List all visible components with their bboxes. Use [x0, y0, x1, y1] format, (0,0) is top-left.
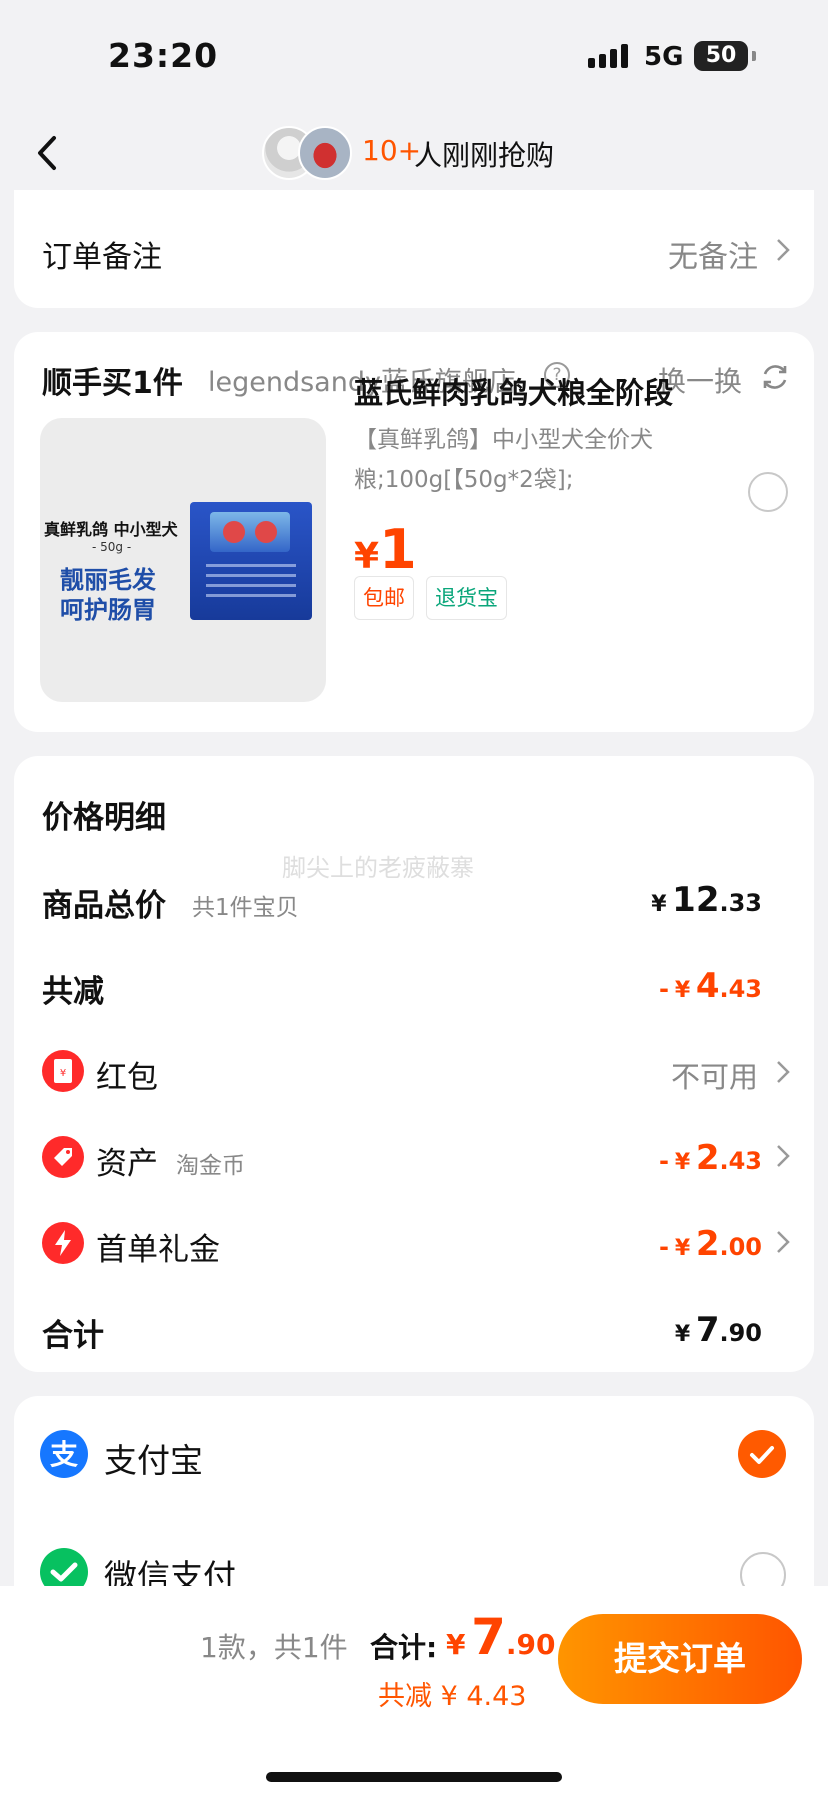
- red-packet-value: 不可用: [670, 1060, 758, 1094]
- payment-label: 支付宝: [104, 1441, 203, 1480]
- chevron-right-icon: [777, 1061, 790, 1083]
- price-detail-card: 价格明细 脚尖上的老疲蔽寨 商品总价 共1件宝贝 ¥ 12.33 共减 - ¥ 4…: [14, 756, 814, 1372]
- price-detail-title: 价格明细: [42, 800, 166, 836]
- total-reduction-row: 共减 - ¥ 4.43: [14, 958, 814, 1014]
- order-note-label: 订单备注: [42, 240, 162, 275]
- total-reduction-label: 共减: [42, 974, 104, 1010]
- add-on-title: 顺手买1件: [42, 366, 183, 401]
- product-image-text: - 50g -: [92, 540, 132, 554]
- product-spec[interactable]: 【真鲜乳鸽】中小型犬全价犬粮;100g[【50g*2袋];: [354, 420, 684, 500]
- recent-buyer-text: 人刚刚抢购: [414, 139, 555, 172]
- recent-buyer-count: 10+: [362, 134, 422, 167]
- back-icon[interactable]: [30, 128, 70, 178]
- goods-count: 共1件宝贝: [192, 895, 299, 921]
- tag-return-guarantee: 退货宝: [426, 576, 507, 620]
- total-row: 合计 ¥ 7.90: [14, 1302, 814, 1358]
- first-order-row[interactable]: 首单礼金 - ¥ 2.00: [14, 1216, 814, 1272]
- sum-total: ¥ 7.90: [446, 1608, 556, 1666]
- product-package-graphic: [190, 502, 312, 620]
- lightning-icon: [42, 1222, 84, 1264]
- total-label: 合计: [42, 1318, 104, 1354]
- goods-total-row: 商品总价 共1件宝贝 ¥ 12.33: [14, 872, 814, 928]
- svg-text:¥: ¥: [60, 1068, 66, 1079]
- assets-source: 淘金币: [176, 1153, 245, 1179]
- product-price: ¥1: [354, 518, 417, 581]
- product-name[interactable]: 蓝氏鲜肉乳鸽犬粮全阶段: [354, 370, 673, 412]
- add-on-card: 顺手买1件 legendsandy蓝氏旗舰店 ? 换一换 真鲜乳鸽 中小型犬 -…: [14, 332, 814, 732]
- assets-value: - ¥ 2.43: [658, 1138, 762, 1178]
- network-label: 5G: [644, 42, 684, 72]
- item-count: 1款，共1件: [200, 1631, 348, 1664]
- red-packet-icon: ¥: [42, 1050, 84, 1092]
- price-value: 1: [379, 518, 417, 581]
- total-reduction-value: - ¥ 4.43: [658, 966, 762, 1006]
- refresh-icon[interactable]: [760, 362, 790, 392]
- svg-text:支: 支: [50, 1438, 78, 1471]
- order-note-value: 无备注: [668, 240, 758, 275]
- tag-icon: [42, 1136, 84, 1178]
- discount-summary: 共减 ¥ 4.43: [378, 1681, 527, 1712]
- product-image-slogan: 呵护肠胃: [60, 596, 156, 624]
- assets-label: 资产: [96, 1146, 158, 1182]
- red-packet-row[interactable]: ¥ 红包 不可用: [14, 1044, 814, 1100]
- tag-free-shipping: 包邮: [354, 576, 414, 620]
- red-packet-label: 红包: [96, 1060, 158, 1096]
- battery-nub: [752, 51, 756, 61]
- checkout-bar: 1款，共1件 合计: ¥ 7.90 共减 ¥ 4.43 提交订单: [0, 1586, 828, 1795]
- chevron-right-icon: [777, 239, 790, 261]
- battery-icon: 50: [694, 41, 748, 71]
- add-on-select-radio[interactable]: [748, 472, 788, 512]
- chevron-right-icon: [777, 1231, 790, 1253]
- status-time: 23:20: [108, 36, 219, 75]
- order-note-row[interactable]: 订单备注 无备注: [14, 190, 814, 308]
- avatar: [298, 126, 352, 180]
- nav-bar: 10+ 人刚刚抢购: [0, 120, 828, 190]
- buyer-avatars: [262, 126, 354, 182]
- submit-order-button[interactable]: 提交订单: [558, 1614, 802, 1704]
- sum-label: 合计:: [370, 1631, 438, 1664]
- checkmark-icon[interactable]: [738, 1430, 786, 1478]
- first-order-label: 首单礼金: [96, 1232, 220, 1268]
- chevron-right-icon: [777, 1145, 790, 1167]
- goods-total-value: ¥ 12.33: [651, 880, 762, 920]
- product-image[interactable]: 真鲜乳鸽 中小型犬 - 50g - 靓丽毛发 呵护肠胃: [40, 418, 326, 702]
- signal-icon: [588, 44, 630, 68]
- product-image-text: 真鲜乳鸽 中小型犬: [44, 520, 178, 539]
- alipay-icon: 支: [40, 1430, 88, 1478]
- price-currency: ¥: [354, 536, 380, 577]
- first-order-value: - ¥ 2.00: [658, 1224, 762, 1264]
- home-indicator: [266, 1772, 562, 1782]
- goods-total-label: 商品总价: [42, 888, 166, 924]
- assets-row[interactable]: 资产 淘金币 - ¥ 2.43: [14, 1130, 814, 1186]
- total-value: ¥ 7.90: [674, 1310, 762, 1350]
- status-bar: 23:20 5G 50: [0, 0, 828, 110]
